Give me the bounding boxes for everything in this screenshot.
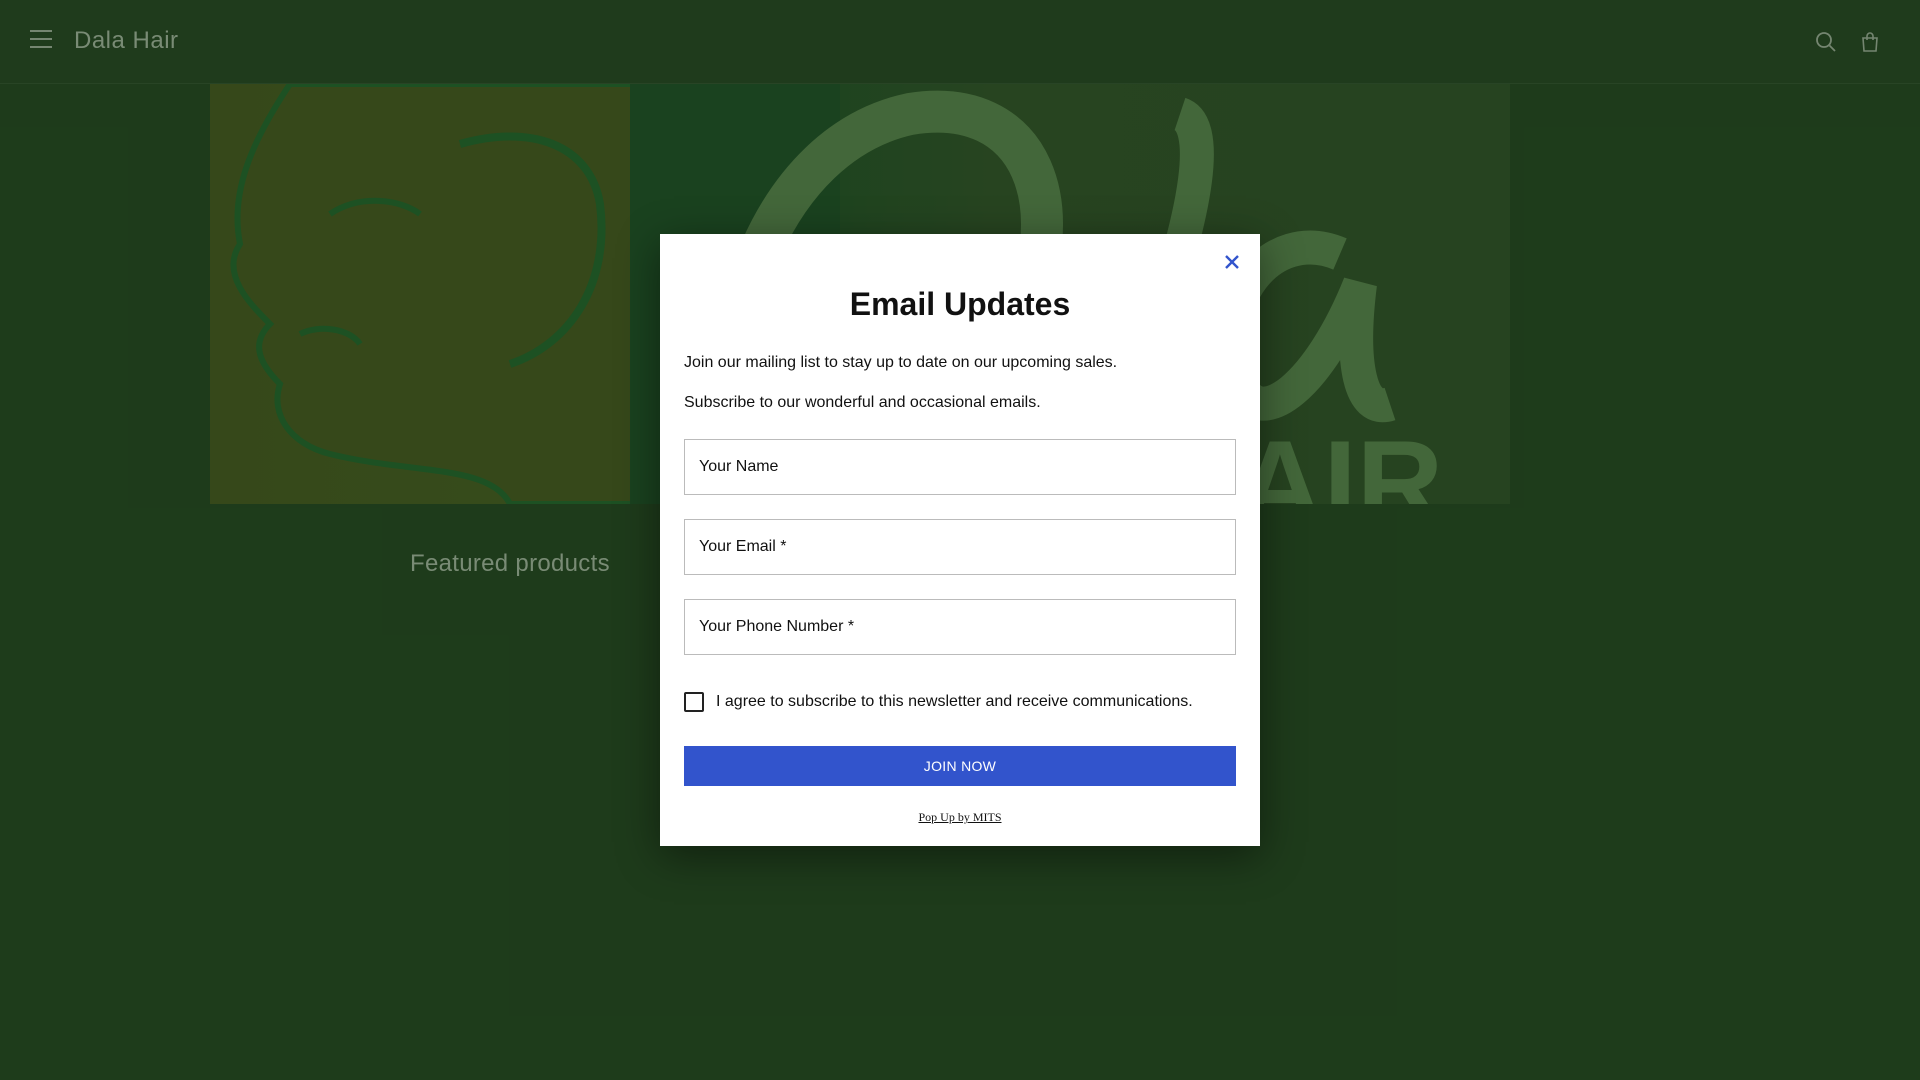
consent-checkbox[interactable] xyxy=(684,692,704,712)
join-now-button[interactable]: JOIN NOW xyxy=(684,746,1236,786)
email-field xyxy=(684,519,1236,575)
popup-description-2: Subscribe to our wonderful and occasiona… xyxy=(684,394,1041,411)
phone-field xyxy=(684,599,1236,655)
email-input[interactable] xyxy=(685,520,1235,574)
phone-input[interactable] xyxy=(685,600,1235,654)
powered-by-link[interactable]: Pop Up by MITS xyxy=(660,810,1260,825)
consent-label[interactable]: I agree to subscribe to this newsletter … xyxy=(716,693,1193,711)
email-signup-popup: Email Updates Join our mailing list to s… xyxy=(660,234,1260,846)
popup-description-1: Join our mailing list to stay up to date… xyxy=(684,354,1118,371)
consent-row: I agree to subscribe to this newsletter … xyxy=(684,690,1193,714)
popup-title: Email Updates xyxy=(849,286,1071,322)
name-field xyxy=(684,439,1236,495)
name-input[interactable] xyxy=(685,440,1235,494)
close-icon[interactable] xyxy=(1218,248,1246,276)
